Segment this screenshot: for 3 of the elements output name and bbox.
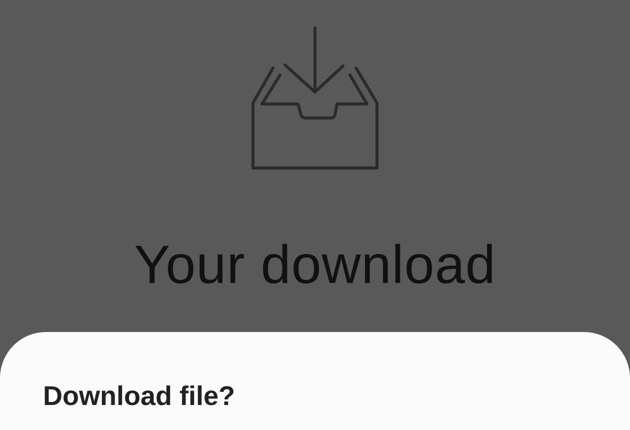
dialog-title: Download file? [43,380,235,412]
download-tray-icon [249,25,381,172]
heading: Your download [134,238,496,292]
